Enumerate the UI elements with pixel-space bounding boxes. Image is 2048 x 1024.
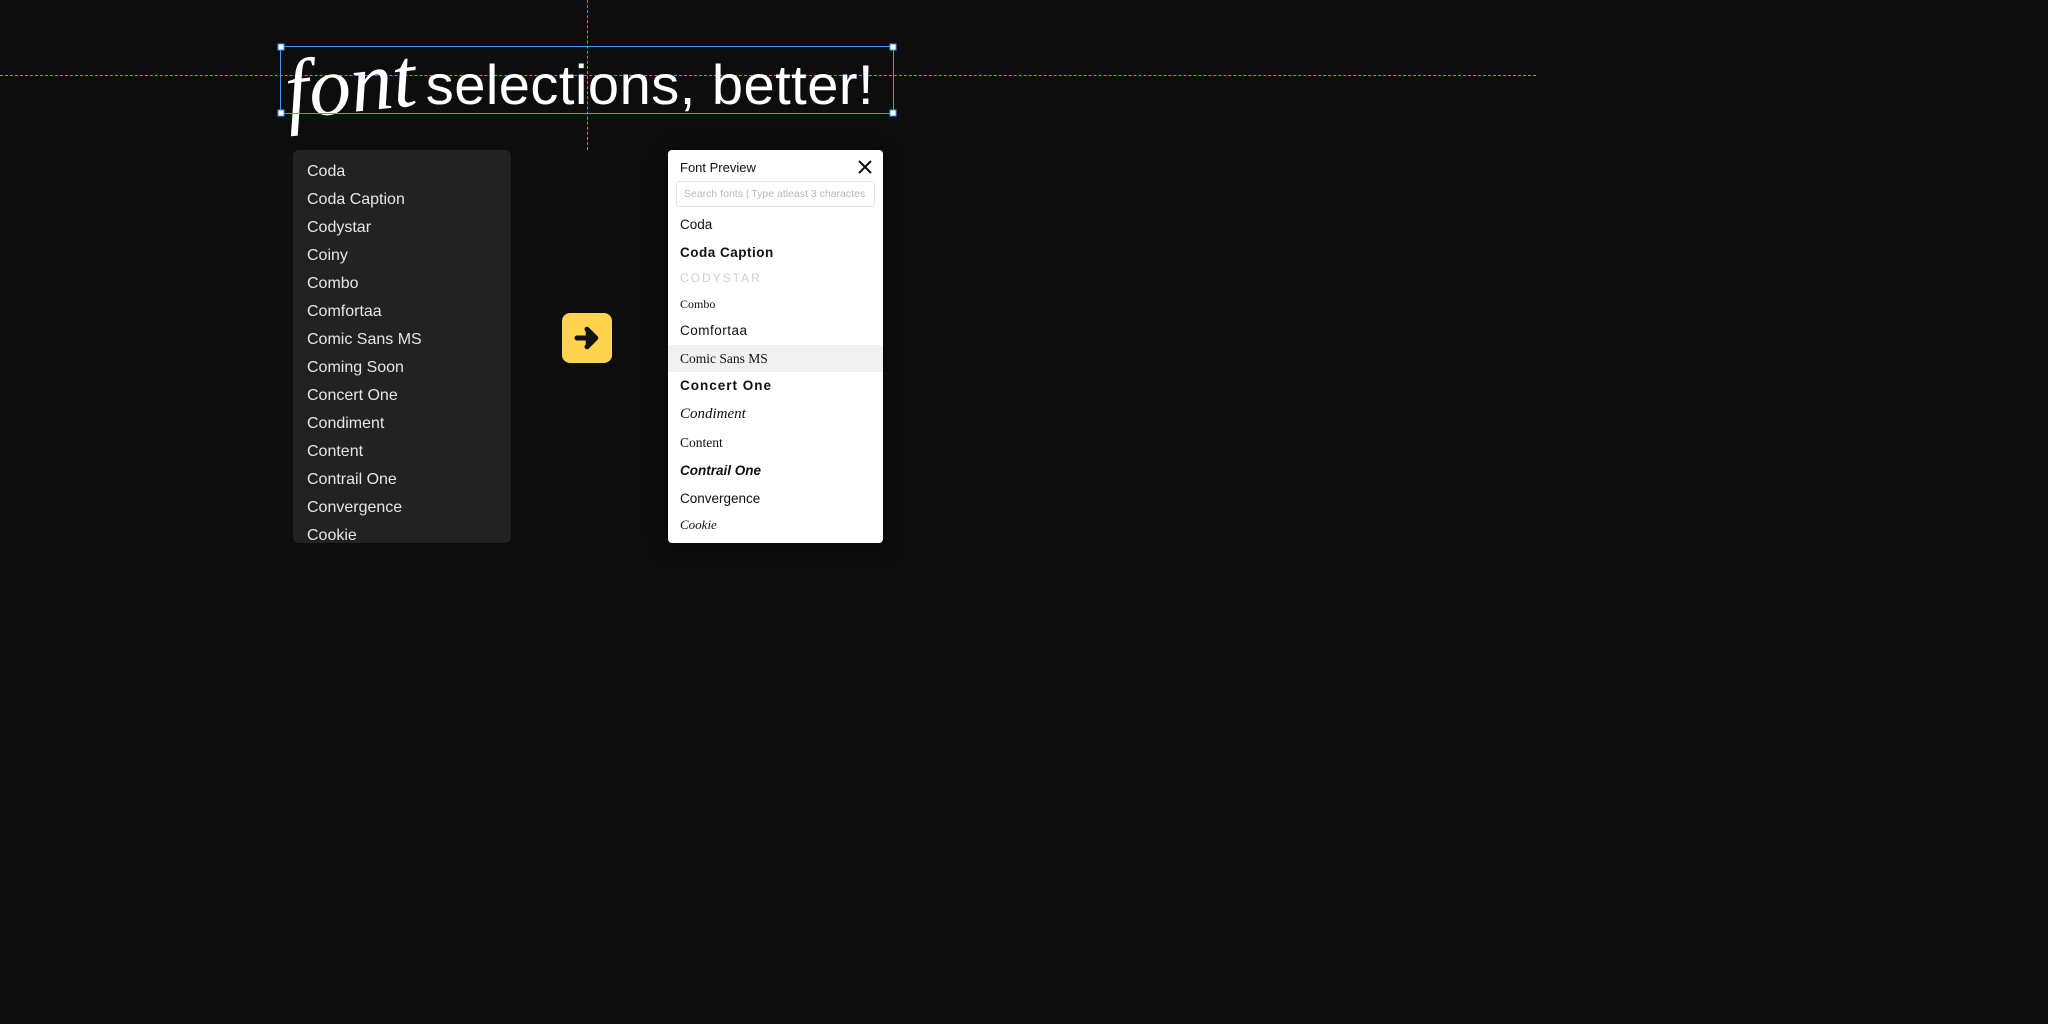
- font-preview-item[interactable]: Coda Caption: [668, 239, 883, 267]
- font-preview-item[interactable]: Coda: [668, 211, 883, 239]
- arrow-badge: [562, 313, 612, 363]
- font-preview-item[interactable]: Cooper Hewitt: [668, 539, 883, 543]
- selection-handle-se[interactable]: [890, 110, 897, 117]
- selection-handle-nw[interactable]: [278, 44, 285, 51]
- font-preview-item[interactable]: Comfortaa: [668, 317, 883, 345]
- arrow-right-icon: [572, 323, 602, 353]
- font-preview-item[interactable]: Comic Sans MS: [668, 345, 883, 373]
- font-list-item[interactable]: Concert One: [293, 382, 511, 410]
- font-list-item[interactable]: Coiny: [293, 242, 511, 270]
- font-preview-list: CodaCoda CaptionCODYSTARComboComfortaaCo…: [668, 211, 883, 543]
- font-list-item[interactable]: Condiment: [293, 410, 511, 438]
- font-list-item[interactable]: Coda Caption: [293, 186, 511, 214]
- selection-handle-sw[interactable]: [278, 110, 285, 117]
- font-preview-item[interactable]: Content: [668, 429, 883, 457]
- font-preview-panel: Font Preview CodaCoda CaptionCODYSTARCom…: [668, 150, 883, 543]
- font-preview-item[interactable]: Combo: [668, 292, 883, 318]
- font-list-item[interactable]: Cookie: [293, 522, 511, 543]
- font-preview-item[interactable]: Convergence: [668, 485, 883, 513]
- selection-handle-ne[interactable]: [890, 44, 897, 51]
- close-icon[interactable]: [857, 159, 873, 175]
- font-list-item[interactable]: Comic Sans MS: [293, 326, 511, 354]
- font-preview-item[interactable]: Concert One: [668, 372, 883, 400]
- font-preview-item[interactable]: Condiment: [668, 400, 883, 430]
- font-list-item[interactable]: Coming Soon: [293, 354, 511, 382]
- font-list-item[interactable]: Coda: [293, 158, 511, 186]
- font-preview-title: Font Preview: [680, 160, 756, 175]
- font-list-item[interactable]: Convergence: [293, 494, 511, 522]
- font-preview-item[interactable]: Contrail One: [668, 457, 883, 485]
- font-list-item[interactable]: Contrail One: [293, 466, 511, 494]
- font-list-item[interactable]: Codystar: [293, 214, 511, 242]
- font-preview-header: Font Preview: [668, 150, 883, 181]
- font-list-item[interactable]: Content: [293, 438, 511, 466]
- font-preview-item[interactable]: Cookie: [668, 512, 883, 539]
- selection-frame[interactable]: [280, 46, 894, 114]
- font-list-basic-panel: CodaCoda CaptionCodystarCoinyComboComfor…: [293, 150, 511, 543]
- font-list-item[interactable]: Comfortaa: [293, 298, 511, 326]
- font-list-item[interactable]: Combo: [293, 270, 511, 298]
- font-preview-item[interactable]: CODYSTAR: [668, 266, 883, 292]
- font-search-input[interactable]: [676, 181, 875, 207]
